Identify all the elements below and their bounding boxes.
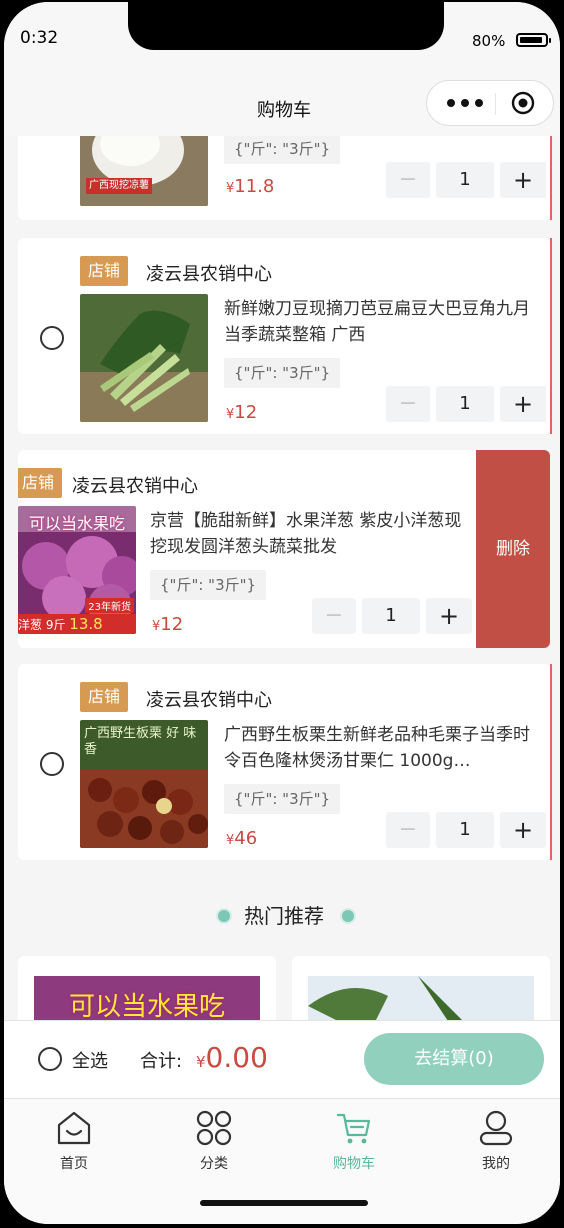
select-all-radio[interactable] [38,1047,62,1071]
title-dot-icon [342,910,354,922]
product-title[interactable]: 广西野生板栗生新鲜老品种毛栗子当季时令百色隆林煲汤甘栗仁 1000g… [224,722,544,774]
cart-list[interactable]: 广西现挖凉薯 {"斤": "3斤"} ¥11.8 − 1 + 店铺 凌云县农销中… [4,136,560,1020]
quantity-value[interactable]: 1 [436,812,494,848]
image-price-strip: 洋葱 9斤 13.8 [18,614,136,634]
tab-label: 首页 [60,1156,88,1172]
status-bar: 0:32 80% [4,2,560,74]
shop-tag: 店铺 [80,682,129,712]
shop-tag: 店铺 [18,468,63,498]
category-icon [196,1110,232,1146]
close-target-icon[interactable] [511,91,535,115]
checkout-bar: 全选 合计: ¥0.00 去结算(0) [4,1020,560,1099]
product-price: ¥12 [152,614,184,635]
increase-button[interactable]: + [500,386,546,422]
product-image[interactable]: 广西野生板栗 好 味 香 [80,720,208,848]
total-amount: ¥0.00 [196,1041,268,1074]
image-caption: 广西野生板栗 好 味 香 [84,726,197,757]
item-select-radio[interactable] [40,326,64,350]
phone-screen: 0:32 80% 购物车 广西现挖凉薯 {"斤": "3斤"} ¥11.8 − … [4,2,560,1224]
product-title[interactable]: 新鲜嫩刀豆现摘刀芭豆扁豆大巴豆角九月当季蔬菜整箱 广西 [224,296,544,348]
recommend-image [308,976,534,1020]
card-edge [550,664,552,860]
product-price: ¥46 [226,828,258,849]
card-edge [550,238,552,434]
select-all-label[interactable]: 全选 [72,1047,108,1073]
cart-item-swiped: 店铺 凌云县农销中心 可以当水果吃 23年新货 洋葱 9斤 13.8 京营【脆甜… [18,450,550,648]
notch [128,2,444,50]
battery-percent: 80% [472,32,506,50]
product-spec[interactable]: {"斤": "3斤"} [224,358,341,388]
recommend-card[interactable] [292,956,550,1020]
shop-name[interactable]: 凌云县农销中心 [146,260,272,286]
product-price: ¥11.8 [226,176,275,197]
quantity-stepper: − 1 + [386,162,546,198]
quantity-stepper: − 1 + [386,386,546,422]
image-caption: 广西现挖凉薯 [86,178,152,194]
recommend-card[interactable]: 可以当水果吃 [18,956,276,1020]
product-image[interactable]: 广西现挖凉薯 [80,136,208,206]
tab-label: 分类 [200,1156,228,1172]
quantity-value[interactable]: 1 [436,386,494,422]
tab-category[interactable]: 分类 [154,1109,274,1179]
shop-name[interactable]: 凌云县农销中心 [146,686,272,712]
product-price: ¥12 [226,402,258,423]
product-image[interactable]: 可以当水果吃 23年新货 洋葱 9斤 13.8 [18,506,136,634]
shop-tag: 店铺 [80,256,129,286]
recommend-title: 热门推荐 [244,904,324,928]
user-icon [479,1110,513,1146]
tab-home[interactable]: 首页 [14,1109,134,1179]
capsule-divider [495,93,496,115]
home-indicator[interactable] [200,1200,368,1206]
product-title[interactable]: 京营【脆甜新鲜】水果洋葱 紫皮小洋葱现挖现发圆洋葱头蔬菜批发 [150,508,470,560]
cart-item: 广西现挖凉薯 {"斤": "3斤"} ¥11.8 − 1 + [18,136,552,220]
item-select-radio[interactable] [40,752,64,776]
quantity-value[interactable]: 1 [362,598,420,634]
card-edge [550,136,552,220]
tab-label: 购物车 [333,1156,375,1172]
product-spec[interactable]: {"斤": "3斤"} [150,570,267,600]
product-spec[interactable]: {"斤": "3斤"} [224,784,341,814]
product-image[interactable] [80,294,208,422]
cart-item: 店铺 凌云县农销中心 广西野生板栗 好 味 香 广西野生板栗生新鲜老品种毛栗子当… [18,664,552,860]
home-icon [57,1111,91,1145]
quantity-stepper: − 1 + [312,598,472,634]
checkout-button[interactable]: 去结算(0) [364,1033,544,1085]
image-badge: 23年新货 [85,598,134,613]
status-time: 0:32 [20,28,59,48]
increase-button[interactable]: + [426,598,472,634]
recommend-image-text: 可以当水果吃 [68,992,225,1020]
decrease-button[interactable]: − [386,812,430,848]
increase-button[interactable]: + [500,162,546,198]
quantity-stepper: − 1 + [386,812,546,848]
tab-label: 我的 [482,1156,510,1172]
mini-program-capsule [426,80,554,126]
decrease-button[interactable]: − [386,386,430,422]
product-spec[interactable]: {"斤": "3斤"} [224,136,341,164]
nav-bar: 购物车 [4,74,560,136]
quantity-value[interactable]: 1 [436,162,494,198]
delete-button[interactable]: 删除 [476,450,550,648]
cart-icon [336,1113,371,1144]
battery-icon [516,33,551,47]
decrease-button[interactable]: − [386,162,430,198]
tab-cart[interactable]: 购物车 [294,1109,414,1179]
tab-mine[interactable]: 我的 [436,1109,556,1179]
shop-name[interactable]: 凌云县农销中心 [72,472,198,498]
image-caption: 可以当水果吃 [28,514,125,533]
increase-button[interactable]: + [500,812,546,848]
cart-item: 店铺 凌云县农销中心 新鲜嫩刀豆现摘刀芭豆扁豆大巴豆角九月当季蔬菜整箱 广西 {… [18,238,552,434]
total-label: 合计: [140,1051,183,1072]
decrease-button[interactable]: − [312,598,356,634]
more-icon[interactable] [447,95,491,111]
recommend-image: 可以当水果吃 [34,976,260,1020]
